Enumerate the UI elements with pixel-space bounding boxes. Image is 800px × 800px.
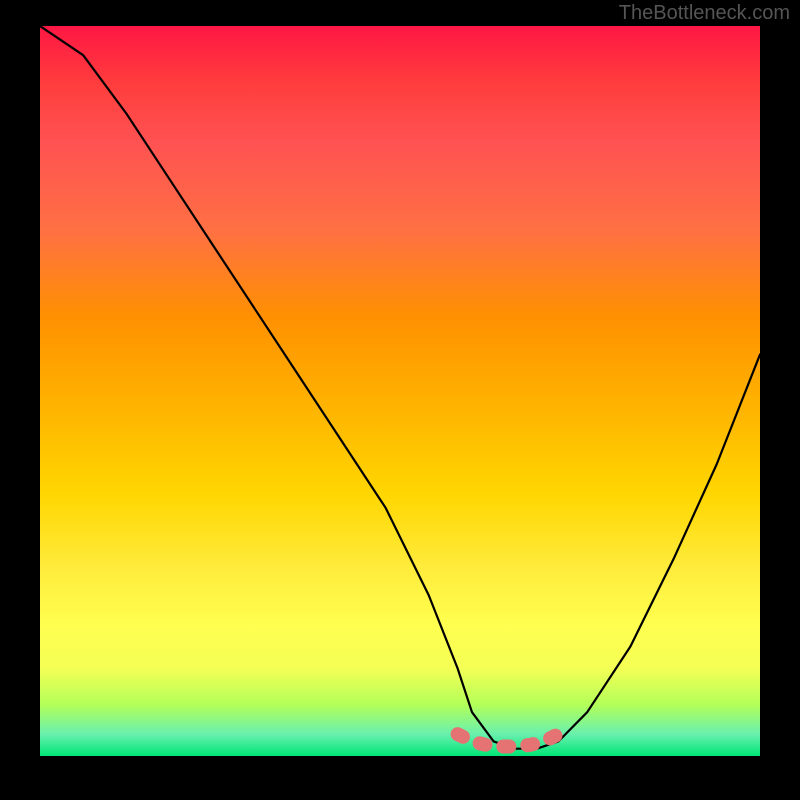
optimal-marker	[458, 734, 559, 746]
plot-area	[40, 26, 760, 756]
bottleneck-curve	[40, 26, 760, 749]
chart-frame: TheBottleneck.com	[0, 0, 800, 800]
attribution-text: TheBottleneck.com	[619, 2, 790, 25]
chart-svg	[40, 26, 760, 756]
